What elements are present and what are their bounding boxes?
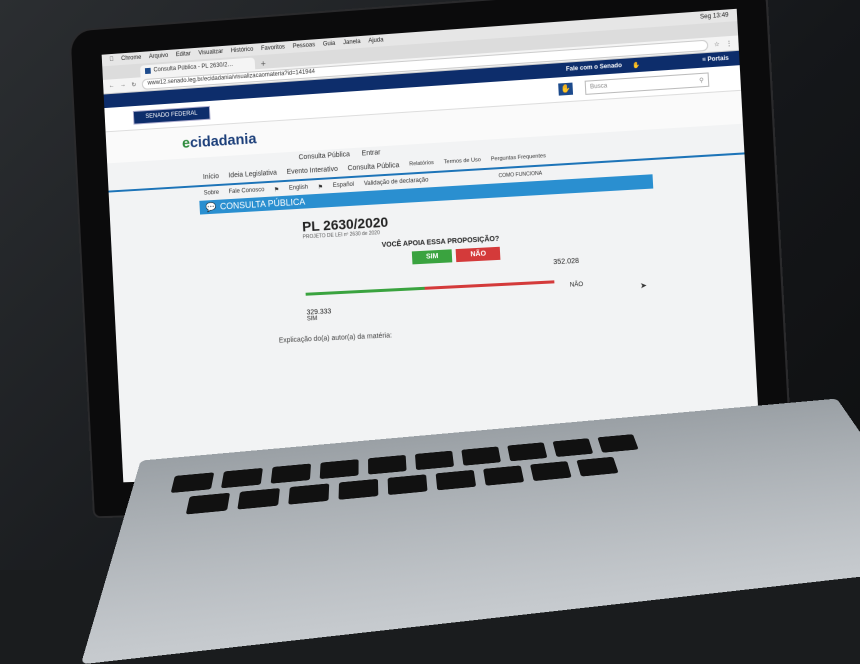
nav-english[interactable]: English [289,185,308,192]
key [414,450,455,471]
uk-flag-icon: ⚑ [273,186,280,193]
key [483,465,525,486]
search-icon[interactable]: ⚲ [699,76,704,83]
nav-fale[interactable]: Fale Conosco [229,187,265,195]
key [552,438,594,458]
speech-icon: 💬 [205,201,217,212]
menu-janela[interactable]: Janela [343,39,361,46]
menu-historico[interactable]: Histórico [231,47,254,55]
nav-ideia[interactable]: Ideia Legislativa [228,169,277,179]
key [288,483,330,505]
accessibility-icon[interactable]: ✋ [632,61,640,69]
key [435,469,477,491]
key [507,442,548,462]
ecidadania-logo[interactable]: ecidadania [182,130,257,151]
back-icon[interactable]: ← [109,83,115,89]
spain-flag-icon: ⚑ [317,184,324,191]
app-menu[interactable]: Chrome [121,55,141,62]
fale-com-senado-link[interactable]: Fale com o Senado [566,63,622,73]
senado-federal-button[interactable]: SENADO FEDERAL [132,105,211,125]
key [368,454,407,475]
nav-consulta-publica[interactable]: Consulta Pública [298,151,350,161]
nao-button[interactable]: NÃO [456,246,501,263]
key [170,472,215,493]
nav-espanol[interactable]: Español [333,182,355,189]
key [576,456,619,477]
nav-termos[interactable]: Termos de Uso [444,157,481,165]
key [319,459,359,480]
nav-entrar[interactable]: Entrar [361,149,380,157]
sim-button[interactable]: SIM [411,249,453,265]
laptop-screen:  Chrome Arquivo Editar Visualizar Histó… [101,8,761,483]
nav-perguntas[interactable]: Perguntas Frequentes [491,153,546,162]
menu-guia[interactable]: Guia [323,41,336,48]
menu-visualizar[interactable]: Visualizar [198,49,223,57]
menu-arquivo[interactable]: Arquivo [149,53,169,60]
key [461,446,502,466]
clock: Seg 13:49 [699,12,729,21]
search-placeholder: Busca [589,83,608,91]
key [220,467,263,489]
menu-editar[interactable]: Editar [176,51,191,58]
logo-text: cidadania [189,129,257,151]
forward-icon[interactable]: → [120,82,126,88]
key [270,463,312,484]
apple-icon[interactable]:  [109,57,114,63]
key [530,461,572,482]
key [597,434,639,453]
favicon-icon [144,67,151,75]
search-input[interactable]: Busca ⚲ [584,72,710,95]
key [338,478,379,500]
key [237,488,280,510]
key [185,492,231,515]
nav-evento[interactable]: Evento Interativo [286,165,338,175]
nav-relatorios[interactable]: Relatórios [409,160,434,167]
como-funciona-link[interactable]: COMO FUNCIONA [498,171,542,180]
nav-validacao[interactable]: Validação de declaração [364,177,429,187]
menu-pessoas[interactable]: Pessoas [293,42,316,50]
sign-language-icon[interactable]: ✋ [558,82,574,96]
reload-icon[interactable]: ↻ [131,81,136,88]
menu-favoritos[interactable]: Favoritos [261,44,285,52]
nav-consulta[interactable]: Consulta Pública [347,162,399,172]
mouse-cursor-icon: ➤ [639,280,648,291]
menu-ajuda[interactable]: Ajuda [368,37,383,44]
nav-sobre[interactable]: Sobre [204,190,220,197]
portais-menu[interactable]: ≡ Portais [702,56,729,64]
star-icon[interactable]: ☆ [714,40,720,48]
new-tab-button[interactable]: + [260,59,266,69]
more-icon[interactable]: ⋮ [726,39,733,47]
key [387,474,428,496]
nav-inicio[interactable]: Início [203,173,219,181]
